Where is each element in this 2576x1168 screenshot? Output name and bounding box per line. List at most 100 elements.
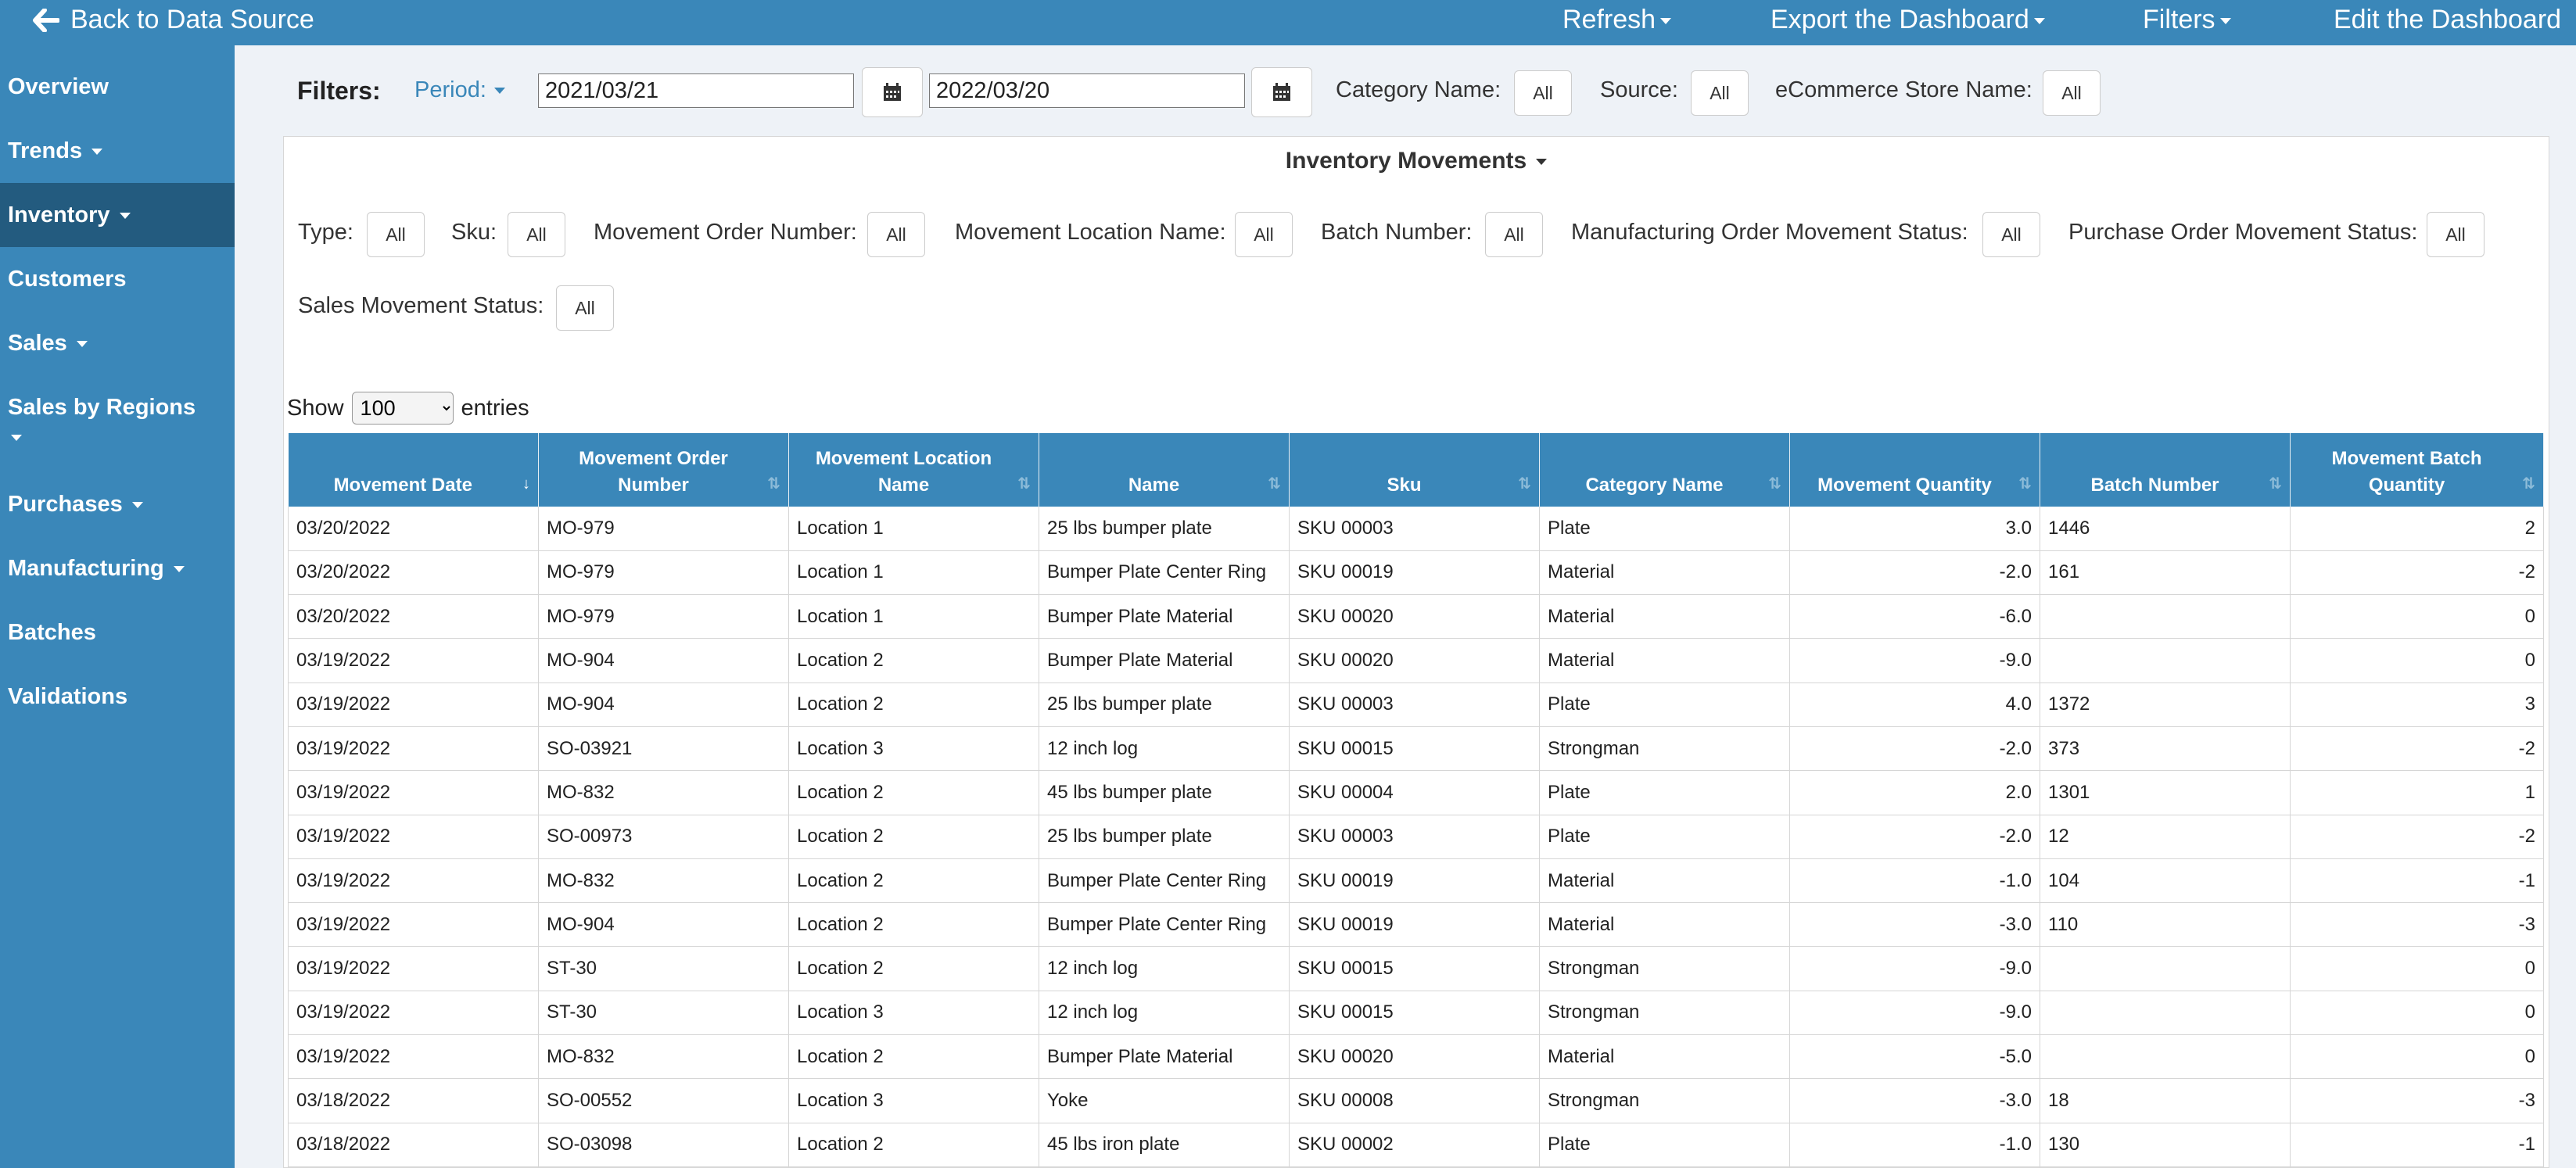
table-cell: Location 2 — [788, 815, 1039, 859]
back-to-data-source-link[interactable]: Back to Data Source — [33, 5, 314, 35]
table-cell: 03/19/2022 — [288, 815, 539, 859]
table-row[interactable]: 03/18/2022 SO-03098 Location 2 45 lbs iron … — [288, 1123, 2544, 1167]
table-row[interactable]: 03/19/2022 MO-904 Location 2 Bumper Plate M… — [288, 638, 2544, 683]
panel-title-dropdown[interactable]: Inventory Movements — [284, 148, 2549, 174]
column-header[interactable]: Movement Location Name ⇅ — [788, 433, 1039, 507]
sidebar-item-sales-by-regions[interactable]: Sales by Regions — [0, 392, 235, 452]
table-cell: SKU 00003 — [1289, 507, 1540, 551]
sidebar-item-trends[interactable]: Trends — [0, 136, 235, 166]
table-cell: 12 — [2040, 815, 2291, 859]
column-header[interactable]: Movement Order Number ⇅ — [538, 433, 789, 507]
period-label: Period: — [414, 77, 486, 102]
caret-down-icon — [76, 341, 88, 348]
table-row[interactable]: 03/20/2022 MO-979 Location 1 25 lbs bumper … — [288, 507, 2544, 551]
table-row[interactable]: 03/18/2022 SO-00552 Location 3 Yoke SKU 0000… — [288, 1078, 2544, 1123]
column-header[interactable]: Movement Quantity ⇅ — [1789, 433, 2040, 507]
sidebar-item-overview[interactable]: Overview — [0, 72, 235, 102]
table-row[interactable]: 03/19/2022 MO-832 Location 2 Bumper Plate C… — [288, 858, 2544, 904]
table-row[interactable]: 03/20/2022 MO-979 Location 1 Bumper Plate M… — [288, 594, 2544, 640]
sidebar-item-label: Inventory — [8, 202, 110, 228]
table-cell: SKU 00003 — [1289, 815, 1540, 859]
table-row[interactable]: 03/19/2022 ST-30 Location 2 12 inch log SKU … — [288, 946, 2544, 991]
sidebar-item-label: Manufacturing — [8, 556, 164, 581]
table-cell: -2 — [2290, 550, 2544, 596]
table-cell: 03/19/2022 — [288, 902, 539, 948]
start-date-calendar-button[interactable] — [862, 67, 923, 117]
column-header[interactable]: Movement Date ↓ — [288, 433, 539, 507]
column-header[interactable]: Name ⇅ — [1039, 433, 1290, 507]
column-header-label: Movement Date — [333, 475, 472, 496]
category-name-filter-button[interactable]: All — [1514, 70, 1572, 116]
table-cell: -1 — [2290, 858, 2544, 904]
entries-control: Show 100 entries — [287, 392, 529, 425]
table-cell: SKU 00003 — [1289, 683, 1540, 727]
sales-movement-status-filter-button[interactable]: All — [556, 285, 614, 331]
table-cell: 03/19/2022 — [288, 683, 539, 727]
type-filter-button[interactable]: All — [367, 212, 425, 257]
purchase-order-movement-status-filter-button[interactable]: All — [2427, 212, 2485, 257]
sidebar-item-validations[interactable]: Validations — [0, 682, 235, 711]
table-row[interactable]: 03/19/2022 SO-03921 Location 3 12 inch log S… — [288, 726, 2544, 772]
start-date-input[interactable] — [538, 73, 854, 108]
manufacturing-order-movement-status-label: Manufacturing Order Movement Status: — [1571, 220, 1968, 245]
column-header-label: Movement Order Number — [579, 448, 728, 496]
source-label: Source: — [1600, 77, 1678, 102]
movement-location-name-filter-button[interactable]: All — [1235, 212, 1293, 257]
table-cell: 25 lbs bumper plate — [1039, 815, 1290, 859]
table-cell: 03/19/2022 — [288, 858, 539, 904]
table-cell: Yoke — [1039, 1078, 1290, 1123]
column-header[interactable]: Category Name ⇅ — [1539, 433, 1790, 507]
source-filter-button[interactable]: All — [1691, 70, 1749, 116]
refresh-menu[interactable]: Refresh — [1562, 5, 1672, 35]
end-date-calendar-button[interactable] — [1251, 67, 1312, 117]
table-row[interactable]: 03/19/2022 ST-30 Location 3 12 inch log SKU … — [288, 991, 2544, 1036]
table-row[interactable]: 03/20/2022 MO-979 Location 1 Bumper Plate C… — [288, 550, 2544, 596]
sidebar-item-label: Purchases — [8, 492, 123, 517]
batch-number-filter-button[interactable]: All — [1485, 212, 1543, 257]
ecommerce-store-label: eCommerce Store Name: — [1775, 77, 2032, 102]
column-header[interactable]: Batch Number ⇅ — [2040, 433, 2291, 507]
table-row[interactable]: 03/19/2022 MO-832 Location 2 45 lbs bumper … — [288, 770, 2544, 815]
sku-filter-button[interactable]: All — [508, 212, 565, 257]
period-dropdown[interactable]: Period: — [414, 77, 505, 103]
table-cell: 03/20/2022 — [288, 507, 539, 551]
table-cell: 03/19/2022 — [288, 1034, 539, 1080]
table-cell: 03/20/2022 — [288, 550, 539, 596]
movement-order-number-filter-button[interactable]: All — [867, 212, 925, 257]
filters-menu[interactable]: Filters — [2143, 5, 2231, 35]
sidebar-item-sales[interactable]: Sales — [0, 328, 235, 358]
manufacturing-order-movement-status-filter-button[interactable]: All — [1982, 212, 2040, 257]
caret-down-icon — [11, 435, 22, 442]
table-cell: 2 — [2290, 507, 2544, 551]
sidebar-item-purchases[interactable]: Purchases — [0, 489, 235, 519]
table-cell: Location 3 — [788, 726, 1039, 772]
table-cell: Material — [1539, 638, 1790, 683]
column-header[interactable]: Sku ⇅ — [1289, 433, 1540, 507]
table-cell: -3 — [2290, 1078, 2544, 1123]
all-label: All — [386, 224, 406, 245]
table-cell: Location 1 — [788, 550, 1039, 596]
column-header[interactable]: Movement Batch Quantity ⇅ — [2290, 433, 2544, 507]
sidebar-item-inventory[interactable]: Inventory — [0, 183, 235, 247]
table-row[interactable]: 03/19/2022 MO-904 Location 2 Bumper Plate C… — [288, 902, 2544, 948]
entries-per-page-select[interactable]: 100 — [351, 392, 454, 425]
table-row[interactable]: 03/19/2022 MO-832 Location 2 Bumper Plate M… — [288, 1034, 2544, 1080]
sidebar-item-batches[interactable]: Batches — [0, 618, 235, 647]
table-cell: Bumper Plate Center Ring — [1039, 550, 1290, 596]
ecommerce-store-filter-button[interactable]: All — [2043, 70, 2101, 116]
table-cell: 104 — [2040, 858, 2291, 904]
table-cell: 0 — [2290, 991, 2544, 1036]
table-row[interactable]: 03/19/2022 MO-904 Location 2 25 lbs bumper … — [288, 683, 2544, 727]
sidebar-item-customers[interactable]: Customers — [0, 264, 235, 294]
end-date-input[interactable] — [929, 73, 1245, 108]
edit-dashboard-link[interactable]: Edit the Dashboard — [2334, 5, 2561, 35]
sidebar-item-manufacturing[interactable]: Manufacturing — [0, 554, 235, 583]
table-cell: -3.0 — [1789, 1078, 2040, 1123]
table-cell: 12 inch log — [1039, 991, 1290, 1036]
all-label: All — [1254, 224, 1274, 245]
table-cell: Bumper Plate Center Ring — [1039, 858, 1290, 904]
table-cell: Location 2 — [788, 1123, 1039, 1167]
table-cell: Location 2 — [788, 683, 1039, 727]
table-row[interactable]: 03/19/2022 SO-00973 Location 2 25 lbs bumpe… — [288, 815, 2544, 859]
export-dashboard-menu[interactable]: Export the Dashboard — [1771, 5, 2045, 35]
